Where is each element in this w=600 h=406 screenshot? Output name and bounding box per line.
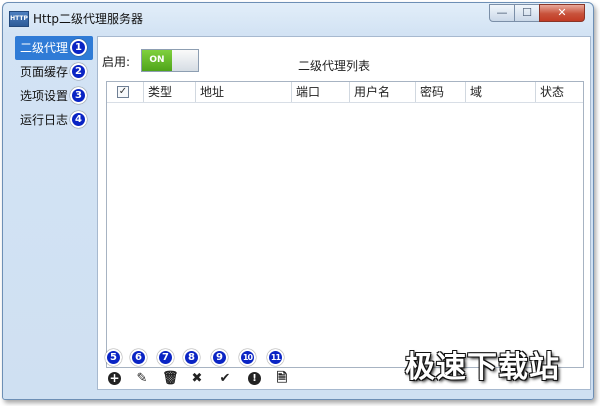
column-header-status[interactable]: 状态 [536,82,583,102]
sidebar-item-label: 页面缓存 [20,65,69,79]
app-window: HTTP Http二级代理服务器 — ☐ ✕ 二级代理 页面缓存 选项设置 运行… [2,2,594,400]
add-icon[interactable]: + [108,372,121,385]
list-title: 二级代理列表 [298,59,371,73]
column-header-address[interactable]: 地址 [196,82,292,102]
callout-badge: 9 [211,349,228,366]
table-body [107,103,583,367]
column-header-port[interactable]: 端口 [292,82,350,102]
header-select-all-cell: ✓ [107,82,144,102]
column-header-type[interactable]: 类型 [144,82,196,102]
sidebar-item-label: 运行日志 [20,113,69,127]
callout-badge: 2 [70,63,87,80]
select-all-checkbox[interactable]: ✓ [117,86,129,98]
delete-icon[interactable]: 🗑 [162,371,179,387]
callout-badge: 7 [157,349,174,366]
proxy-table: ✓ 类型 地址 端口 用户名 密码 域 状态 [106,81,584,368]
remove-icon[interactable]: ✖ [189,371,205,387]
callout-badge: 6 [130,349,147,366]
minimize-button[interactable]: — [489,4,515,22]
sidebar-item-label: 选项设置 [20,89,69,103]
document-icon[interactable]: 🗎 [274,371,290,387]
callout-badge: 8 [183,349,200,366]
callout-badge: 11 [267,349,284,366]
toggle-on-label: ON [142,50,172,71]
maximize-button[interactable]: ☐ [514,4,540,22]
toggle-knob[interactable] [172,50,198,71]
close-button[interactable]: ✕ [539,4,585,22]
column-header-username[interactable]: 用户名 [350,82,416,102]
callout-badge: 5 [105,349,122,366]
warning-icon[interactable]: ! [248,372,261,385]
column-header-password[interactable]: 密码 [416,82,466,102]
check-icon[interactable]: ✔ [217,371,233,387]
title-bar[interactable]: HTTP Http二级代理服务器 — ☐ ✕ [3,3,593,31]
main-panel: 启用: ON 二级代理列表 ✓ 类型 地址 端口 用户名 密码 域 状态 + ✎… [97,36,591,390]
callout-badge: 1 [70,39,87,56]
table-toolbar: + ✎ 🗑 ✖ ✔ ! 🗎 [106,371,406,387]
edit-icon[interactable]: ✎ [134,371,150,387]
enable-toggle[interactable]: ON [141,49,199,72]
enable-label: 启用: [102,55,131,69]
callout-badge: 3 [70,87,87,104]
window-title: Http二级代理服务器 [33,12,144,26]
app-icon: HTTP [9,11,29,27]
column-header-domain[interactable]: 域 [466,82,536,102]
callout-badge: 4 [70,111,87,128]
callout-badge: 10 [239,349,256,366]
table-header: ✓ 类型 地址 端口 用户名 密码 域 状态 [107,82,583,103]
sidebar-item-label: 二级代理 [20,41,69,55]
watermark-logo: 极速下载站 [405,350,560,385]
